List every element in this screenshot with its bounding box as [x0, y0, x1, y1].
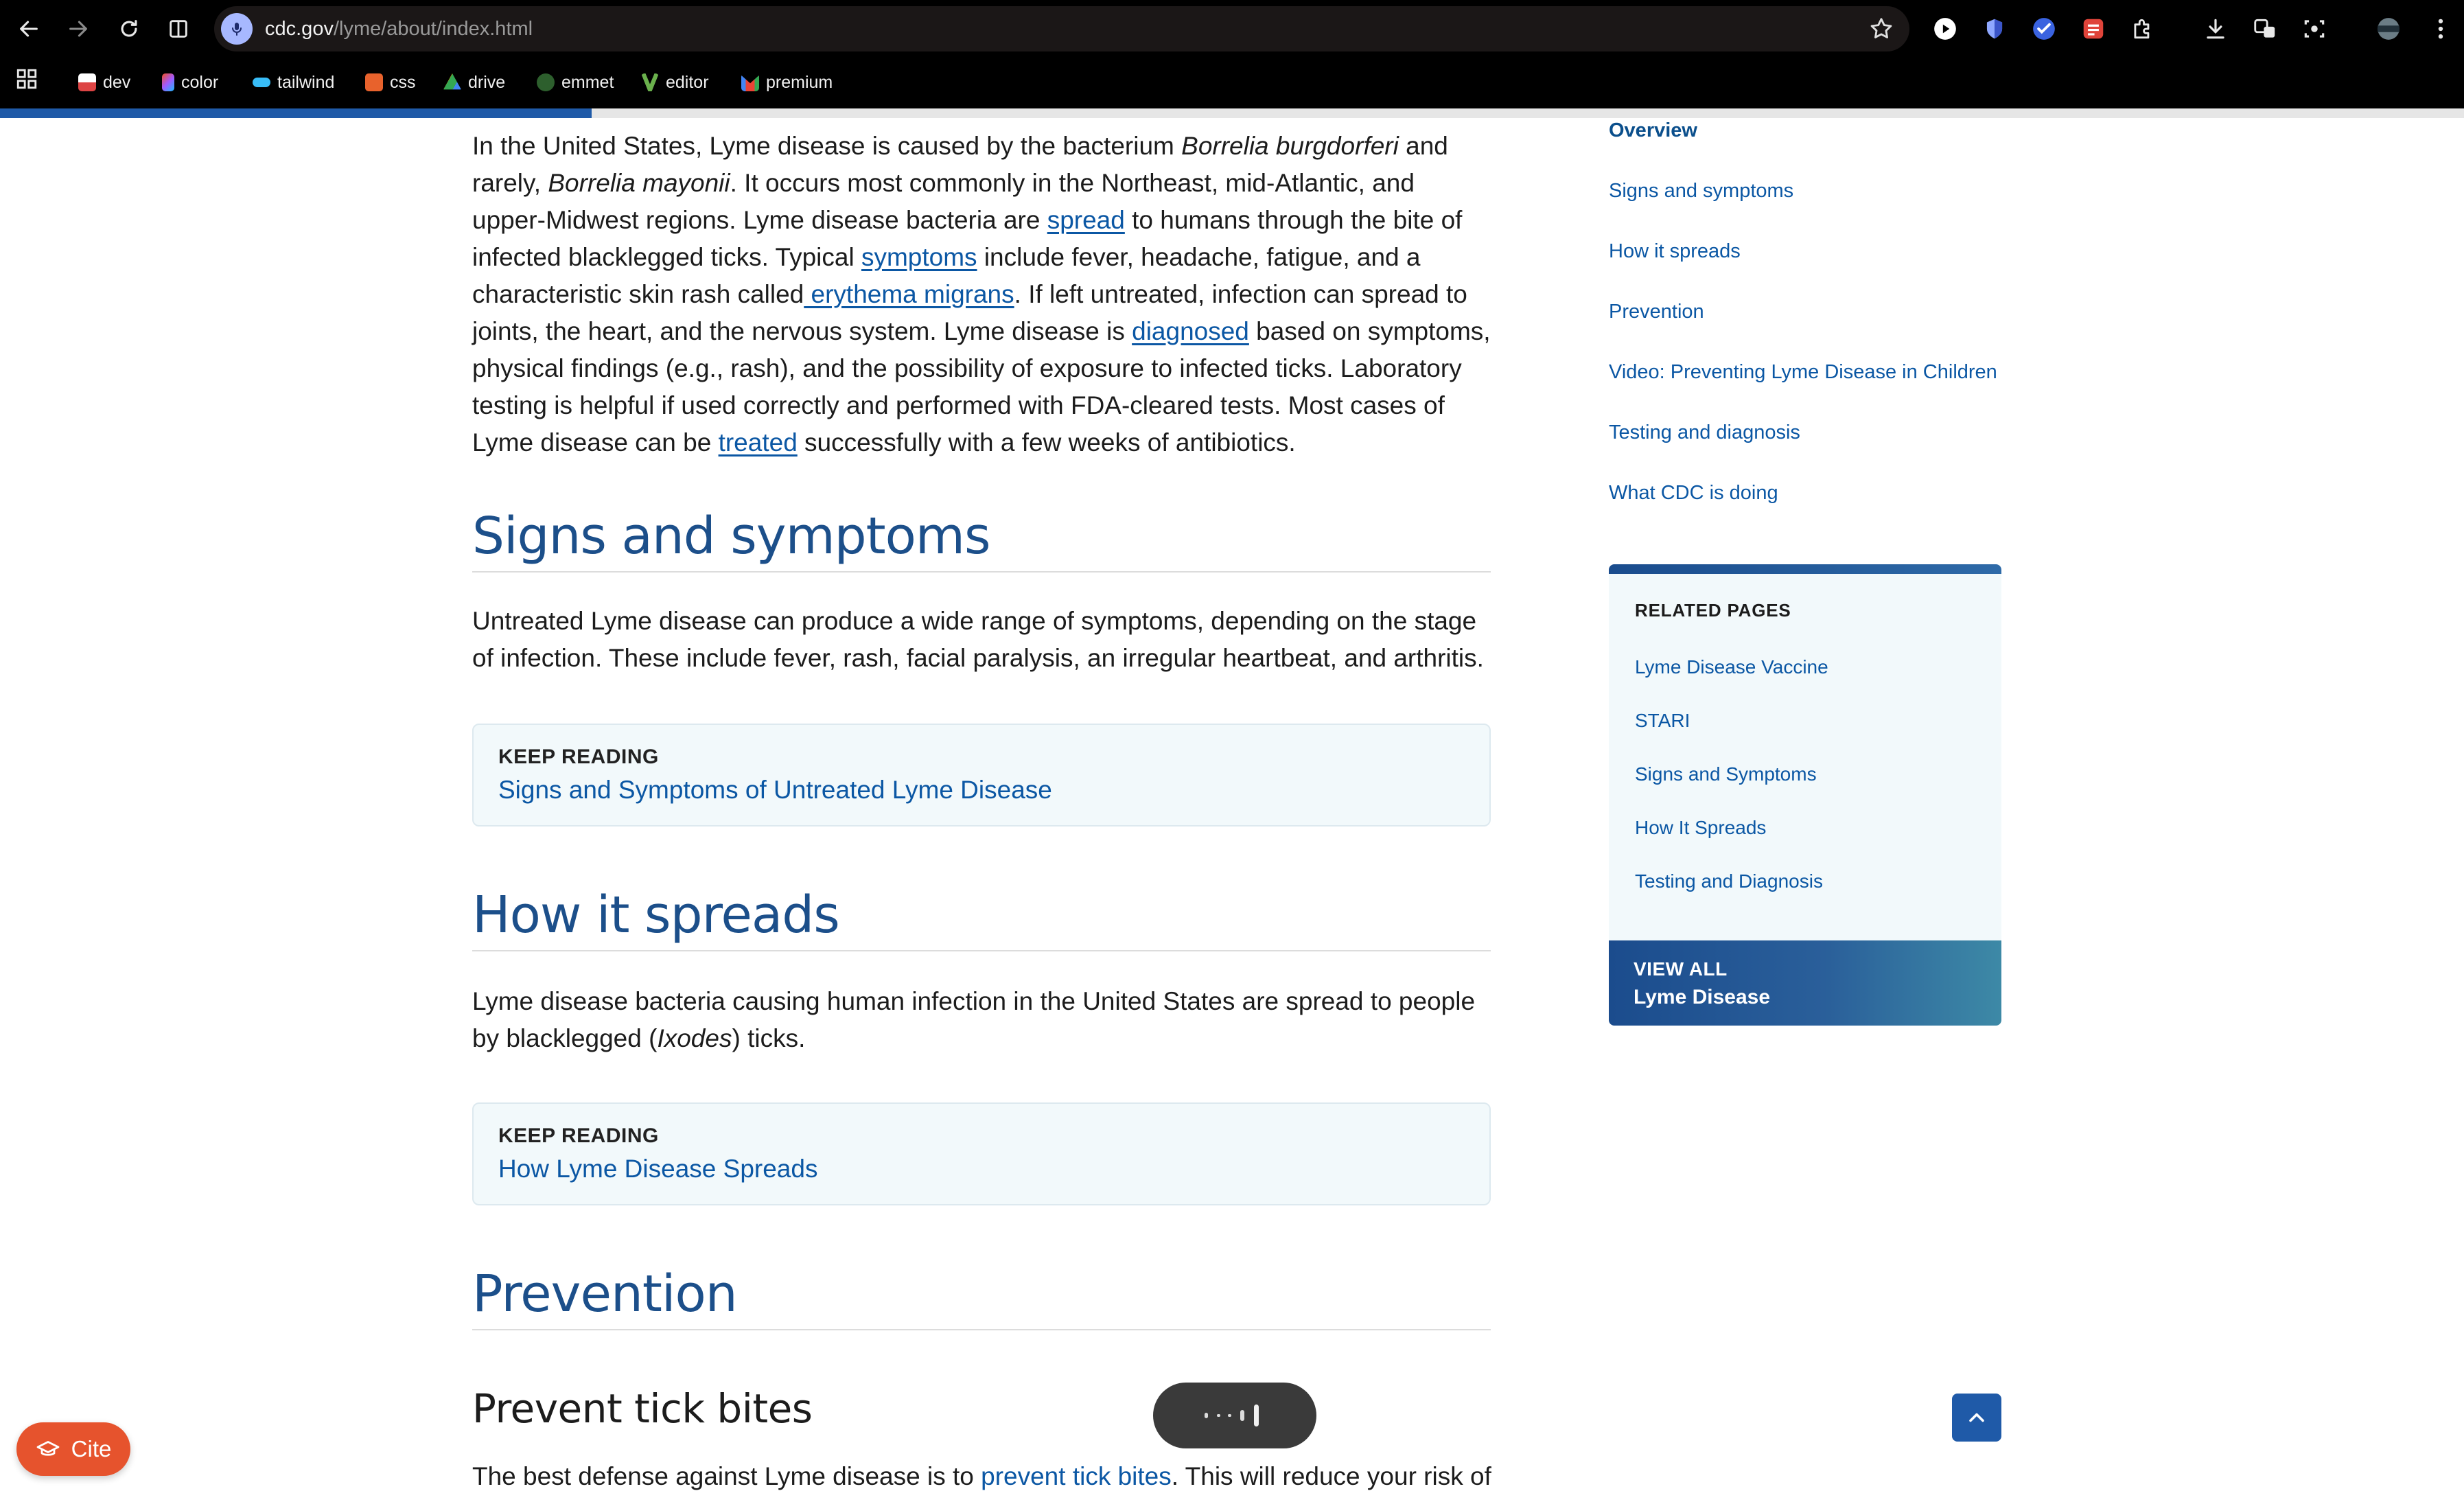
emmet-icon	[537, 73, 555, 91]
keep-reading-spreads[interactable]: KEEP READING How Lyme Disease Spreads	[472, 1102, 1491, 1205]
screenshot-icon[interactable]	[2299, 14, 2329, 44]
url-text[interactable]: cdc.gov/lyme/about/index.html	[265, 18, 533, 41]
browser-toolbar: cdc.gov/lyme/about/index.html	[0, 0, 2464, 58]
related-item-testing[interactable]: Testing and Diagnosis	[1635, 870, 1823, 892]
bookmark-star-icon[interactable]	[1868, 16, 1894, 42]
toc-signs-and-symptoms[interactable]: Signs and symptoms	[1609, 180, 1793, 203]
forward-button[interactable]	[59, 10, 97, 48]
translate-icon[interactable]	[2250, 14, 2280, 44]
bookmark-emmet[interactable]: emmet	[537, 69, 614, 96]
chevron-up-icon	[1969, 1413, 1984, 1422]
prevention-heading: Prevention	[472, 1264, 1491, 1330]
bookmarks-bar: dev color tailwind css drive emmet edito…	[0, 58, 2464, 108]
back-button[interactable]	[10, 10, 48, 48]
prevent-tick-bites-link[interactable]: prevent tick bites	[981, 1462, 1172, 1490]
cite-button[interactable]: Cite	[16, 1422, 130, 1476]
prevention-paragraph: The best defense against Lyme disease is…	[472, 1462, 1491, 1490]
related-pages-accent-bar	[1609, 564, 2001, 574]
check-extension-icon[interactable]	[2029, 14, 2059, 44]
profile-avatar-icon[interactable]	[2373, 14, 2404, 44]
view-all-label: VIEW ALL	[1634, 958, 1728, 980]
shield-extension-icon[interactable]	[1979, 14, 2010, 44]
toc-prevention[interactable]: Prevention	[1609, 301, 1704, 323]
arrow-right-icon	[69, 21, 87, 37]
toc-video[interactable]: Video: Preventing Lyme Disease in Childr…	[1609, 361, 1997, 384]
arrow-left-icon	[20, 21, 38, 37]
erythema-migrans-link[interactable]: erythema migrans	[804, 280, 1014, 308]
related-pages-heading: RELATED PAGES	[1635, 600, 1791, 621]
apps-grid-icon[interactable]	[15, 67, 38, 91]
bookmark-premium[interactable]: premium	[741, 69, 833, 96]
intro-paragraph: In the United States, Lyme disease is ca…	[472, 132, 1491, 456]
side-panel-icon	[170, 20, 187, 38]
gmail-icon	[741, 75, 759, 91]
reading-progress-track	[0, 108, 2464, 118]
related-pages-panel: RELATED PAGES Lyme Disease Vaccine STARI…	[1609, 564, 2001, 1026]
graduation-cap-icon	[36, 1441, 60, 1456]
spread-link[interactable]: spread	[1047, 206, 1125, 234]
bookmark-tailwind[interactable]: tailwind	[253, 69, 334, 96]
reload-icon	[121, 20, 137, 37]
signs-paragraph: Untreated Lyme disease can produce a wid…	[472, 607, 1484, 672]
figma-icon	[162, 73, 174, 91]
bookmark-drive[interactable]: drive	[443, 69, 505, 96]
cite-label: Cite	[71, 1436, 112, 1461]
diagnosed-link[interactable]: diagnosed	[1132, 317, 1249, 345]
keep-reading-label: KEEP READING	[498, 1124, 659, 1147]
toc-how-it-spreads[interactable]: How it spreads	[1609, 240, 1741, 263]
drive-icon	[443, 73, 461, 90]
symptoms-link[interactable]: symptoms	[861, 243, 977, 271]
css-icon	[365, 73, 383, 91]
side-panel-button[interactable]	[159, 10, 198, 48]
prevent-tick-bites-heading: Prevent tick bites	[472, 1385, 813, 1432]
tailwind-icon	[253, 78, 270, 87]
bookmark-dev[interactable]: dev	[78, 69, 130, 96]
keep-reading-label: KEEP READING	[498, 746, 659, 768]
todo-extension-icon[interactable]	[2078, 14, 2108, 44]
puzzle-extension-icon[interactable]	[2128, 14, 2158, 44]
spreads-paragraph: Lyme disease bacteria causing human infe…	[472, 987, 1476, 1052]
view-all-button[interactable]: VIEW ALL Lyme Disease	[1609, 940, 2001, 1026]
menu-dots-icon[interactable]	[2426, 14, 2456, 44]
media-control-pill[interactable]	[1153, 1383, 1316, 1448]
spreads-heading: How it spreads	[472, 886, 1491, 951]
related-item-stari[interactable]: STARI	[1635, 710, 1690, 732]
reading-progress-fill	[0, 108, 592, 118]
back-to-top-button[interactable]	[1952, 1394, 2001, 1442]
play-extension-icon[interactable]	[1930, 14, 1960, 44]
keep-reading-signs[interactable]: KEEP READING Signs and Symptoms of Untre…	[472, 724, 1491, 827]
view-all-target: Lyme Disease	[1634, 986, 1771, 1008]
related-item-spreads[interactable]: How It Spreads	[1635, 817, 1766, 839]
toc-testing-and-diagnosis[interactable]: Testing and diagnosis	[1609, 421, 1800, 444]
keep-reading-link[interactable]: Signs and Symptoms of Untreated Lyme Dis…	[498, 776, 1052, 805]
keep-reading-link[interactable]: How Lyme Disease Spreads	[498, 1155, 817, 1183]
related-item-vaccine[interactable]: Lyme Disease Vaccine	[1635, 656, 1828, 678]
bookmark-editor[interactable]: editor	[641, 69, 709, 96]
download-icon[interactable]	[2200, 14, 2231, 44]
microphone-icon[interactable]	[221, 13, 253, 45]
bookmark-css[interactable]: css	[365, 69, 416, 96]
folder-icon	[78, 73, 96, 91]
related-item-signs[interactable]: Signs and Symptoms	[1635, 763, 1817, 785]
toc-overview[interactable]: Overview	[1609, 119, 1697, 142]
signs-heading: Signs and symptoms	[472, 507, 1491, 573]
reload-button[interactable]	[110, 10, 148, 48]
audio-levels-icon	[1205, 1405, 1259, 1426]
bookmark-color[interactable]: color	[162, 69, 218, 96]
editor-icon	[641, 73, 659, 91]
toc-what-cdc-is-doing[interactable]: What CDC is doing	[1609, 482, 1778, 505]
treated-link[interactable]: treated	[719, 428, 798, 456]
address-bar[interactable]: cdc.gov/lyme/about/index.html	[214, 6, 1909, 51]
